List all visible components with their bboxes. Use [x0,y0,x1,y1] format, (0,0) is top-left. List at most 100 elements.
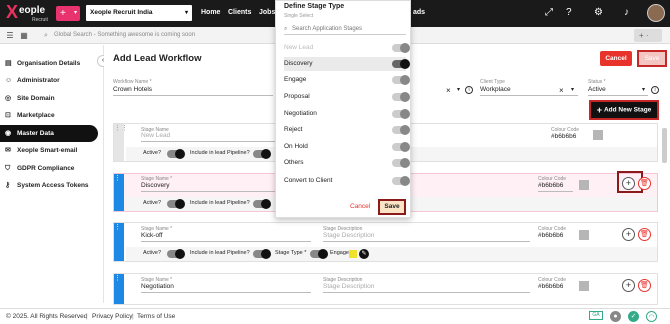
colour-swatch[interactable] [579,180,589,190]
account-icon[interactable]: ● [610,311,621,322]
colour-code-input[interactable]: #b6b6b6 [538,232,563,239]
stage-option-toggle[interactable] [392,158,410,168]
stage-name-input[interactable]: Kick-off [141,232,163,239]
pipeline-toggle[interactable] [253,249,271,259]
workflow-name-input[interactable]: Crown Hotels [113,86,152,93]
terms-of-use-link[interactable]: Terms of Use [137,309,175,324]
active-toggle[interactable] [167,199,185,209]
stage-option-toggle[interactable] [392,109,410,119]
wifi-icon[interactable]: ◠ [646,311,657,322]
dropdown-cancel-button[interactable]: Cancel [350,202,370,212]
pipeline-toggle[interactable] [253,149,271,159]
privacy-policy-link[interactable]: Privacy Policy [92,309,132,324]
organisation-select[interactable]: Xeople Recruit India ▾ [86,5,192,21]
sidebar-item-marketplace[interactable]: ⊡ Marketplace [0,107,98,124]
colour-swatch[interactable] [579,230,589,240]
drag-handle-icon[interactable]: ⋮⋮ [114,223,128,261]
sidebar-item-access-tokens[interactable]: ⚷ System Access Tokens [0,177,98,194]
gear-icon[interactable]: ⚙ [594,7,603,18]
stage-description-input[interactable]: Stage Description [323,283,374,290]
pipeline-toggle[interactable] [253,199,271,209]
expand-icon[interactable]: ⤢ [545,7,553,18]
active-toggle[interactable] [167,249,185,259]
trash-icon[interactable]: 🗑 [638,279,651,292]
sidebar-item-smart-email[interactable]: ✉ Xeople Smart-email [0,142,98,159]
stage-option[interactable]: Others [284,156,410,170]
drag-handle-icon[interactable]: ⋮⋮ [114,124,128,161]
stage-option-label: New Lead [284,44,314,51]
stage-name-input[interactable]: Discovery [141,182,170,189]
nav-home[interactable]: Home [201,9,220,16]
stage-type-label: Stage Type * [275,250,307,256]
stage-search-input[interactable]: ⌕ Search Application Stages [284,23,406,35]
add-button[interactable]: + · [634,29,662,42]
avatar[interactable] [647,4,665,22]
active-toggle[interactable] [167,149,185,159]
add-stage-after-button[interactable]: + [622,228,635,241]
colour-code-input[interactable]: #b6b6b6 [538,283,563,290]
chevron-down-icon[interactable]: ▾ [571,86,574,93]
stage-option[interactable]: On Hold [284,140,410,154]
colour-code-input[interactable]: #b6b6b6 [551,133,576,140]
status-select[interactable]: Active [588,86,606,93]
drag-handle-icon[interactable]: ⋮⋮ [114,274,128,304]
check-icon[interactable]: ✓ [628,311,639,322]
stage-option-toggle[interactable] [392,176,410,186]
cancel-button[interactable]: Cancel [600,51,632,66]
ga-badge[interactable]: GA [589,311,603,320]
sidebar-item-administrator[interactable]: ☺ Administrator [0,72,98,89]
stage-underline [323,292,530,293]
client-type-select[interactable]: Workplace [480,86,511,93]
sidebar-item-gdpr[interactable]: ⛉ GDPR Compliance [0,160,98,177]
colour-swatch[interactable] [593,130,603,140]
chevron-down-icon[interactable]: ▾ [457,86,460,93]
sidebar-item-organisation-details[interactable]: ▤ Organisation Details [0,55,98,72]
grid-view-icon[interactable]: ▦ [18,30,30,41]
stage-option-toggle[interactable] [392,92,410,102]
list-view-icon[interactable]: ☰ [4,30,16,41]
stage-option[interactable]: Discovery [284,57,410,71]
add-new-stage-button[interactable]: + Add New Stage [589,100,659,120]
edit-icon[interactable]: ✎ [359,249,369,259]
nav-clients[interactable]: Clients [228,9,251,16]
stage-option[interactable]: Convert to Client [284,174,410,188]
bell-icon[interactable]: ♪ [624,7,629,18]
colour-swatch[interactable] [579,281,589,291]
dropdown-save-button[interactable]: Save [378,199,406,215]
trash-icon[interactable]: 🗑 [638,177,651,190]
stage-option[interactable]: Proposal [284,90,410,104]
help-icon[interactable]: ? [566,7,572,18]
stage-option[interactable]: Reject [284,123,410,137]
stage-option[interactable]: Engage [284,73,410,87]
stage-option-toggle[interactable] [392,75,410,85]
scrollbar[interactable] [662,128,667,163]
sidebar-item-master-data[interactable]: ◉ Master Data [0,125,98,142]
colour-code-input[interactable]: #b6b6b6 [538,182,563,189]
quick-add-button[interactable]: + ▾ [56,6,80,21]
stage-option-toggle[interactable] [392,59,410,69]
clear-icon[interactable]: × [559,86,564,95]
save-button[interactable]: Save [637,50,667,67]
stage-type-toggle[interactable] [310,249,328,259]
clear-icon[interactable]: × [446,86,451,95]
stage-option[interactable]: Negotiation [284,107,410,121]
trash-icon[interactable]: 🗑 [638,228,651,241]
dropdown-subtitle: Single Select [284,13,314,19]
info-icon[interactable]: i [651,86,659,94]
stage-option-label: On Hold [284,143,308,150]
stage-option-toggle[interactable] [392,142,410,152]
nav-leads[interactable]: ads [413,9,425,16]
nav-jobs[interactable]: Jobs [259,9,275,16]
chevron-down-icon[interactable]: ▾ [642,86,645,93]
info-icon[interactable]: i [465,86,473,94]
add-stage-after-button[interactable]: + [622,279,635,292]
sidebar-item-label: System Access Tokens [17,182,89,189]
engage-colour-swatch [349,250,357,258]
stage-option-toggle[interactable] [392,125,410,135]
xeople-logo[interactable]: X eople Recruit [6,2,52,25]
stage-description-input[interactable]: Stage Description [323,232,374,239]
add-stage-after-button[interactable]: + [622,177,635,190]
drag-handle-icon[interactable]: ⋮⋮ [114,174,128,211]
sidebar-item-site-domain[interactable]: ◎ Site Domain [0,90,98,107]
stage-name-input[interactable]: Negotiation [141,283,174,290]
